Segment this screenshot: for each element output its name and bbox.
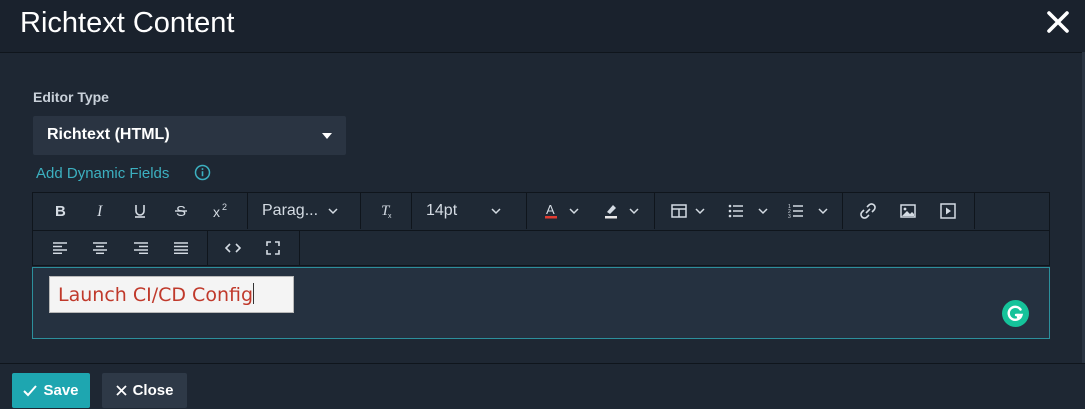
font-size-value: 14pt [426, 202, 458, 219]
svg-text:2: 2 [222, 203, 227, 212]
align-center-icon [93, 242, 107, 254]
grammarly-icon[interactable] [1002, 300, 1029, 327]
source-code-button[interactable] [218, 230, 248, 266]
chevron-down-icon [818, 208, 828, 215]
toolbar-separator [526, 193, 527, 229]
toolbar-separator [360, 193, 361, 229]
grammarly-g-icon [1007, 305, 1024, 321]
toolbar-separator [207, 230, 208, 266]
chevron-down-icon [491, 208, 501, 215]
editor-type-label: Editor Type [33, 89, 109, 105]
fullscreen-icon [266, 241, 280, 255]
table-button[interactable] [663, 193, 713, 229]
source-code-icon [225, 243, 241, 253]
editor-type-select[interactable]: Richtext (HTML) [33, 116, 346, 155]
toolbar-row-1: B I S x2 Parag... Tx 14pt A 1 2 3 [33, 193, 1049, 231]
editor-toolbar: B I S x2 Parag... Tx 14pt A 1 2 3 [32, 192, 1050, 266]
superscript-icon: x2 [213, 203, 227, 219]
text-color-button[interactable]: A [533, 193, 589, 229]
align-left-icon [53, 242, 67, 254]
chevron-down-icon [758, 208, 768, 215]
svg-text:A: A [546, 202, 555, 217]
svg-text:x: x [213, 204, 220, 219]
media-icon [940, 203, 956, 219]
svg-text:I: I [96, 203, 103, 219]
font-size-dropdown[interactable]: 14pt [412, 193, 512, 229]
toolbar-separator [299, 230, 300, 266]
toolbar-row-2 [33, 230, 1049, 266]
editor-content[interactable]: Launch CI/CD Config [49, 276, 294, 313]
close-label: Close [132, 382, 174, 399]
chevron-down-icon [328, 208, 338, 215]
richtext-editor[interactable]: Launch CI/CD Config [32, 267, 1050, 339]
toolbar-separator [842, 193, 843, 229]
strikethrough-button[interactable]: S [166, 193, 196, 229]
svg-text:3: 3 [788, 214, 791, 218]
text-cursor [253, 283, 255, 304]
save-label: Save [43, 382, 79, 399]
bullet-list-icon [728, 204, 743, 218]
insert-link-button[interactable] [853, 193, 883, 229]
justify-icon [174, 242, 188, 254]
fullscreen-button[interactable] [258, 230, 288, 266]
bold-icon: B [55, 203, 66, 219]
insert-image-button[interactable] [893, 193, 923, 229]
link-icon [860, 203, 876, 219]
table-icon [671, 204, 687, 218]
strikethrough-icon: S [175, 203, 187, 219]
dialog-header: Richtext Content [0, 0, 1085, 53]
toolbar-separator [654, 193, 655, 229]
insert-media-button[interactable] [933, 193, 963, 229]
check-icon [23, 384, 38, 397]
superscript-button[interactable]: x2 [206, 193, 236, 229]
close-icon [115, 385, 127, 396]
align-right-icon [134, 242, 148, 254]
align-right-button[interactable] [126, 230, 156, 266]
highlight-icon [605, 205, 617, 219]
bold-button[interactable]: B [45, 193, 75, 229]
save-button[interactable]: Save [12, 373, 90, 408]
clear-formatting-icon: Tx [381, 203, 392, 219]
svg-text:B: B [55, 203, 66, 219]
bullet-list-button[interactable] [721, 193, 775, 229]
justify-button[interactable] [166, 230, 196, 266]
italic-button[interactable]: I [85, 193, 115, 229]
info-icon[interactable] [194, 164, 211, 181]
italic-icon: I [96, 203, 103, 219]
chevron-down-icon [569, 208, 579, 215]
numbered-list-button[interactable]: 123 [781, 193, 835, 229]
chevron-down-icon [629, 208, 639, 215]
align-center-button[interactable] [85, 230, 115, 266]
paragraph-format-value: Parag... [262, 202, 319, 219]
align-left-button[interactable] [45, 230, 75, 266]
add-dynamic-fields-link[interactable]: Add Dynamic Fields [36, 165, 169, 182]
editor-content-text: Launch CI/CD Config [58, 284, 254, 306]
numbered-list-icon: 123 [788, 204, 803, 218]
paragraph-format-dropdown[interactable]: Parag... [248, 193, 360, 229]
close-icon[interactable] [1045, 9, 1071, 35]
text-color-icon: A [545, 202, 557, 219]
clear-formatting-button[interactable]: Tx [371, 193, 401, 229]
close-button[interactable]: Close [102, 373, 187, 408]
editor-type-value: Richtext (HTML) [47, 126, 170, 143]
chevron-down-icon [695, 208, 705, 215]
underline-button[interactable] [125, 193, 155, 229]
highlight-color-button[interactable] [593, 193, 649, 229]
toolbar-separator [974, 193, 975, 229]
dialog-title: Richtext Content [20, 7, 235, 39]
image-icon [900, 204, 916, 218]
svg-text:x: x [388, 213, 392, 219]
underline-icon [135, 205, 145, 218]
caret-down-icon [322, 133, 332, 139]
